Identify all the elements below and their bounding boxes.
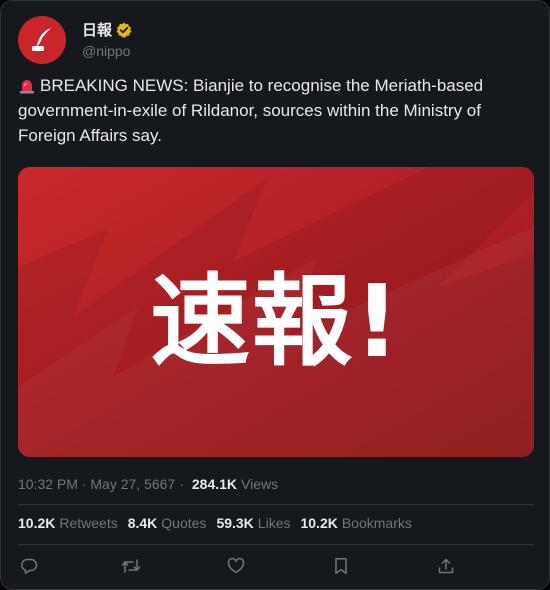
retweet-button[interactable] <box>120 555 142 577</box>
quotes-label: Quotes <box>161 515 207 531</box>
bookmarks-stat[interactable]: 10.2K Bookmarks <box>300 515 411 531</box>
divider <box>18 504 534 505</box>
bookmark-button[interactable] <box>330 555 352 577</box>
post-meta: 10:32 PM · May 27, 5667 · 284.1K Views <box>18 476 278 492</box>
retweet-icon <box>121 559 141 573</box>
bookmarks-count: 10.2K <box>300 515 338 531</box>
action-bar <box>18 555 468 577</box>
reply-icon <box>21 558 38 575</box>
share-button[interactable] <box>435 555 457 577</box>
divider <box>18 544 534 545</box>
engagement-stats: 10.2K Retweets 8.4K Quotes 59.3K Likes 10.2… <box>18 515 412 531</box>
timestamp[interactable]: 10:32 PM · May 27, 5667 <box>18 476 175 492</box>
post-text-container: BREAKING NEWS: Bianjie to recognise the … <box>18 73 523 148</box>
siren-emoji-icon <box>20 80 34 94</box>
likes-stat[interactable]: 59.3K Likes <box>216 515 290 531</box>
quill-pen-icon <box>32 28 51 51</box>
post-card: 日報 @nippo BREAKING NEWS: Bianjie to reco… <box>0 0 550 590</box>
retweets-count: 10.2K <box>18 515 56 531</box>
retweets-stat[interactable]: 10.2K Retweets <box>18 515 118 531</box>
post-media[interactable]: 速報! <box>18 167 534 457</box>
like-icon <box>227 557 245 574</box>
bookmarks-label: Bookmarks <box>341 515 412 531</box>
media-banner-text: 速報! <box>150 262 402 380</box>
quotes-stat[interactable]: 8.4K Quotes <box>128 515 207 531</box>
verified-badge-icon <box>116 22 132 38</box>
views-count: 284.1K <box>191 476 238 492</box>
display-name[interactable]: 日報 <box>82 19 112 40</box>
likes-label: Likes <box>257 515 291 531</box>
bookmark-icon <box>335 558 347 575</box>
like-button[interactable] <box>225 555 247 577</box>
post-header: 日報 @nippo <box>18 16 528 66</box>
quotes-count: 8.4K <box>127 515 158 531</box>
retweets-label: Retweets <box>59 515 118 531</box>
handle[interactable]: @nippo <box>82 43 130 59</box>
share-icon <box>438 558 454 574</box>
meta-separator: · <box>179 476 184 492</box>
post-text: BREAKING NEWS: Bianjie to recognise the … <box>18 76 484 145</box>
views-label: Views <box>241 476 279 492</box>
likes-count: 59.3K <box>216 515 254 531</box>
reply-button[interactable] <box>18 555 40 577</box>
name-row: 日報 <box>82 19 132 40</box>
avatar[interactable] <box>18 16 66 64</box>
